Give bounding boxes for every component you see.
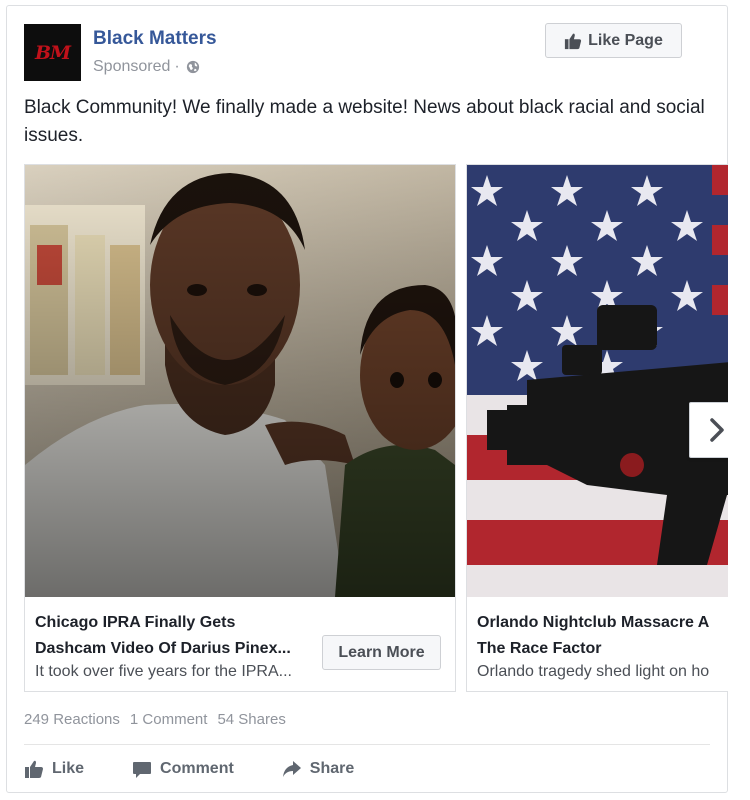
like-button[interactable]: Like <box>24 759 84 779</box>
share-button[interactable]: Share <box>282 759 354 779</box>
carousel-next-button[interactable] <box>689 402 728 458</box>
card-image-flag-rifle[interactable] <box>467 165 728 597</box>
comment-icon <box>133 762 152 778</box>
card-headline[interactable]: Orlando Nightclub Massacre A The Race Fa… <box>477 610 728 662</box>
separator-dot: · <box>174 58 180 75</box>
carousel-card[interactable]: Chicago IPRA Finally Gets Dashcam Video … <box>24 164 456 692</box>
share-label: Share <box>309 760 355 777</box>
engagement-stats: 249 Reactions 1 Comment 54 Shares <box>24 711 286 728</box>
learn-more-button[interactable]: Learn More <box>322 635 441 670</box>
card-headline[interactable]: Chicago IPRA Finally Gets Dashcam Video … <box>35 610 325 662</box>
reactions-count[interactable]: 249 Reactions <box>24 711 120 728</box>
sponsored-post: BM Black Matters Sponsored · Like Page B… <box>6 5 728 793</box>
thumbs-up-icon <box>565 33 582 49</box>
thumbs-up-icon <box>25 760 43 778</box>
avatar-logo-text: BM <box>34 41 71 64</box>
shares-count[interactable]: 54 Shares <box>217 711 285 728</box>
sponsored-text[interactable]: Sponsored <box>93 58 170 76</box>
card-image-photo[interactable] <box>25 165 455 597</box>
card-description: Orlando tragedy shed light on ho <box>477 663 710 680</box>
action-divider <box>24 744 710 745</box>
card-headline-line2: The Race Factor <box>477 640 602 657</box>
page-avatar[interactable]: BM <box>24 24 81 81</box>
card-headline-line2: Dashcam Video Of Darius Pinex... <box>35 640 291 657</box>
comment-button[interactable]: Comment <box>132 759 234 779</box>
share-arrow-icon <box>282 761 301 777</box>
post-message: Black Community! We finally made a websi… <box>24 97 705 146</box>
like-label: Like <box>52 760 85 777</box>
sponsored-label: Sponsored · <box>93 58 200 76</box>
globe-icon <box>186 60 199 74</box>
page-name-link[interactable]: Black Matters <box>93 28 217 50</box>
like-page-label: Like Page <box>588 31 663 49</box>
card-headline-line1: Orlando Nightclub Massacre A <box>477 614 710 631</box>
comment-label: Comment <box>160 760 234 777</box>
ad-carousel: Chicago IPRA Finally Gets Dashcam Video … <box>24 164 728 692</box>
post-actions: Like Comment Share <box>24 754 402 784</box>
chevron-right-icon <box>710 418 724 442</box>
comments-count[interactable]: 1 Comment <box>130 711 208 728</box>
like-page-button[interactable]: Like Page <box>545 23 682 58</box>
card-headline-line1: Chicago IPRA Finally Gets <box>35 614 236 631</box>
card-description: It took over five years for the IPRA... <box>35 663 292 680</box>
